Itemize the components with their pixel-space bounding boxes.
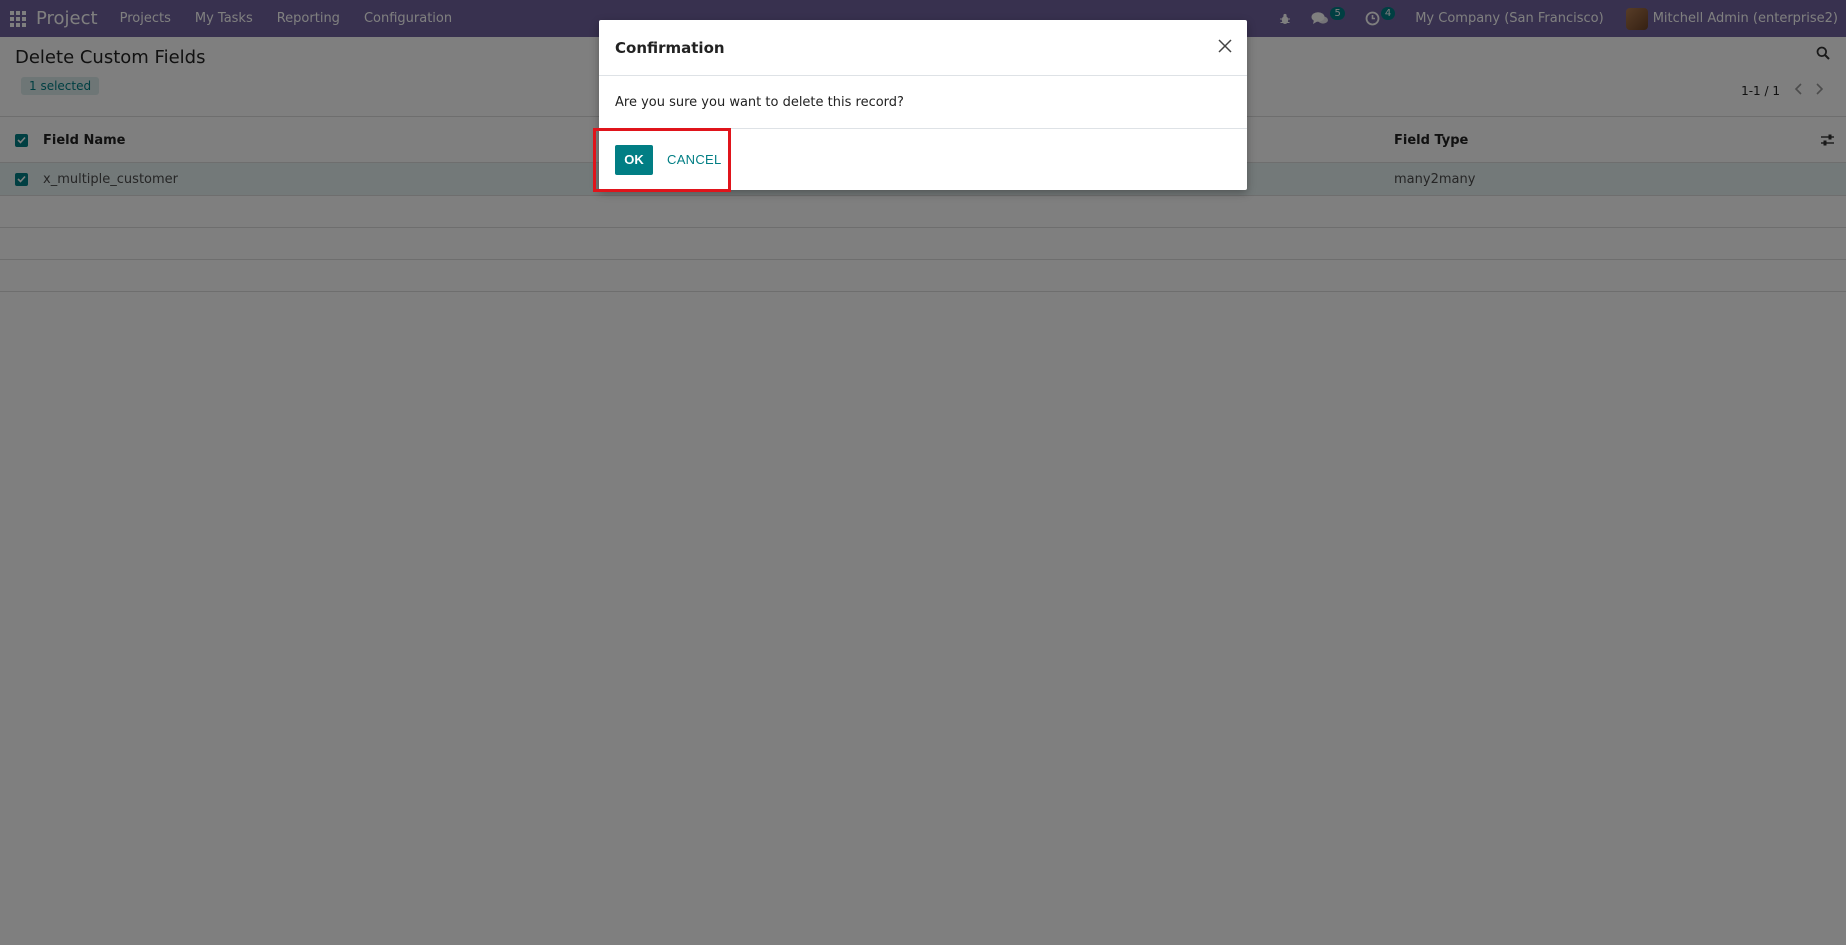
dialog-header: Confirmation	[599, 20, 1247, 76]
dialog-body: Are you sure you want to delete this rec…	[599, 76, 1247, 129]
dialog-message: Are you sure you want to delete this rec…	[615, 94, 904, 110]
close-icon[interactable]	[1217, 38, 1233, 54]
dialog-title: Confirmation	[615, 38, 725, 57]
confirmation-dialog: Confirmation Are you sure you want to de…	[593, 20, 1247, 192]
highlight-box	[593, 128, 731, 192]
dialog-footer: OK CANCEL	[593, 128, 1247, 192]
